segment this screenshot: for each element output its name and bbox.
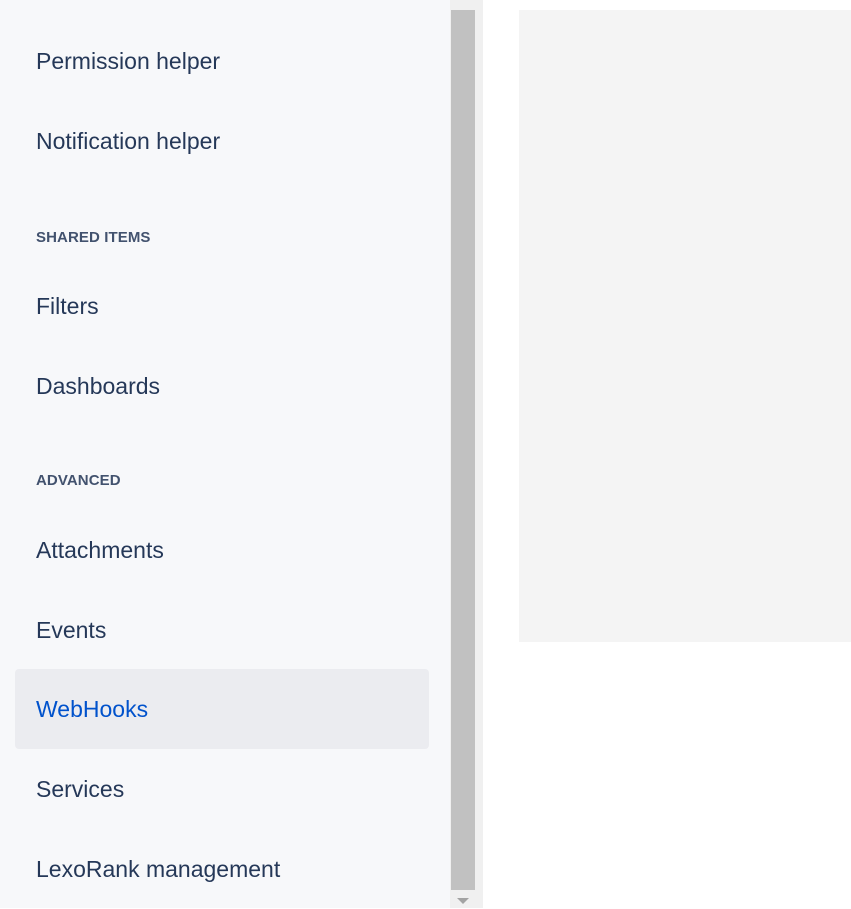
sidebar-item-label: Attachments — [36, 536, 164, 563]
sidebar-item-notification-helper[interactable]: Notification helper — [15, 101, 429, 181]
sidebar-item-webhooks[interactable]: WebHooks — [15, 669, 429, 749]
content-panel — [519, 10, 851, 642]
sidebar-item-label: Dashboards — [36, 372, 161, 399]
sidebar-item-events[interactable]: Events — [15, 590, 429, 670]
scroll-down-arrow-icon[interactable] — [457, 898, 469, 904]
sidebar-item-services[interactable]: Services — [15, 749, 429, 829]
sidebar-item-label: WebHooks — [36, 695, 149, 722]
scrollbar-thumb[interactable] — [451, 10, 475, 890]
sidebar-item-dashboards[interactable]: Dashboards — [15, 346, 429, 426]
sidebar-item-label: Filters — [36, 292, 99, 319]
sidebar-item-label: Permission helper — [36, 47, 221, 74]
sidebar-item-attachments[interactable]: Attachments — [15, 510, 429, 590]
sidebar-item-label: LexoRank management — [36, 855, 281, 882]
admin-sidebar: Permission helper Notification helper SH… — [0, 0, 450, 908]
section-heading-shared-items: SHARED ITEMS — [36, 229, 151, 246]
sidebar-item-label: Events — [36, 616, 107, 643]
sidebar-item-filters[interactable]: Filters — [15, 266, 429, 346]
sidebar-item-lexorank-management[interactable]: LexoRank management — [15, 829, 429, 909]
section-heading-advanced: ADVANCED — [36, 472, 121, 489]
sidebar-item-label: Notification helper — [36, 127, 221, 154]
sidebar-item-permission-helper[interactable]: Permission helper — [15, 21, 429, 101]
sidebar-item-label: Services — [36, 775, 125, 802]
sidebar-scrollbar[interactable] — [450, 0, 483, 908]
